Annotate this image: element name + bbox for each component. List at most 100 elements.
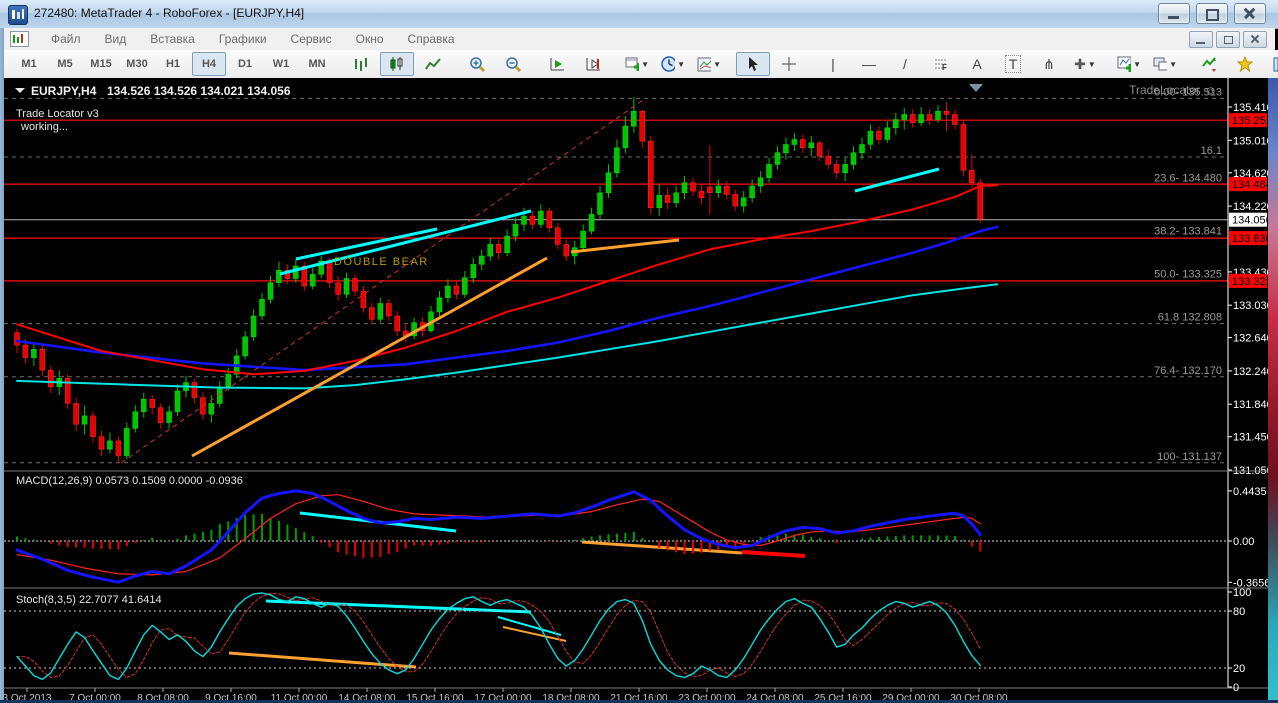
crosshair-icon[interactable] (772, 52, 806, 76)
metatrader-window: 272480: MetaTrader 4 - RoboForex - [EURJ… (0, 0, 1278, 703)
menu-view[interactable]: Вид (93, 29, 139, 49)
candle (901, 114, 907, 120)
menu-insert[interactable]: Вставка (138, 29, 207, 49)
price-tag-value: 134.484 (1232, 179, 1268, 191)
timeframe-m15-button[interactable]: M15 (84, 52, 118, 76)
candle (462, 277, 468, 295)
candle (867, 130, 874, 145)
menu-file[interactable]: Файл (39, 29, 93, 49)
candle (478, 255, 485, 265)
child-restore-button[interactable] (1216, 31, 1240, 48)
chart-canvas[interactable]: 0.00- 135.51316.123.6- 134.48038.2- 133.… (3, 78, 1273, 703)
title-bar[interactable]: 272480: MetaTrader 4 - RoboForex - [EURJ… (0, 0, 1278, 29)
fibonacci-level-label: 100- 131.137 (1157, 451, 1222, 463)
macd-red-segment[interactable] (741, 550, 806, 558)
timeframe-h4-button[interactable]: H4 (192, 52, 226, 76)
line-chart-icon[interactable] (416, 52, 450, 76)
terminal-icon[interactable] (1264, 52, 1278, 76)
new-chart-button[interactable]: ▼ (620, 52, 654, 76)
price-axis-label: 131.450 (1233, 432, 1268, 444)
timeframe-d1-button[interactable]: D1 (228, 52, 262, 76)
close-button[interactable] (1234, 3, 1266, 24)
orange-trendline-right[interactable] (570, 238, 680, 254)
candle (698, 190, 705, 199)
candle (952, 114, 958, 125)
candle (690, 182, 696, 192)
stoch-indicator-label: Stoch(8,3,5) 22.7077 41.6414 (16, 594, 162, 606)
navigator-icon[interactable] (1228, 52, 1262, 76)
trendline-tool[interactable]: / (888, 52, 922, 76)
time-axis-label: 24 Oct 08:00 (746, 693, 804, 700)
cursor-icon[interactable] (736, 52, 770, 76)
candle (377, 303, 384, 320)
candlestick-chart-icon[interactable] (380, 52, 414, 76)
restore-button[interactable] (1196, 3, 1228, 24)
timeframe-h1-button[interactable]: H1 (156, 52, 190, 76)
candle (707, 186, 713, 193)
child-close-button[interactable] (1243, 31, 1267, 48)
candle (538, 210, 544, 225)
timeframe-w1-button[interactable]: W1 (264, 52, 298, 76)
candle (563, 244, 570, 257)
app-icon (8, 5, 28, 25)
candle (774, 152, 781, 165)
desktop-wallpaper-strip (1268, 78, 1278, 700)
autoscroll-icon[interactable] (540, 52, 574, 76)
candle (436, 297, 443, 313)
candle (943, 110, 950, 115)
menu-window[interactable]: Окно (344, 29, 396, 49)
horizontal-line-tool[interactable]: — (852, 52, 886, 76)
period-button[interactable]: ▼ (656, 52, 690, 76)
window-layout-button[interactable]: ▼ (1148, 52, 1182, 76)
candle (825, 155, 831, 165)
fibonacci-level-label: 23.6- 134.480 (1154, 172, 1222, 184)
menu-charts[interactable]: Графики (207, 29, 279, 49)
child-minimize-button[interactable] (1189, 31, 1213, 48)
candle (386, 303, 392, 317)
chart-symbol-label: EURJPY,H4 (31, 84, 97, 98)
stoch-orange-trendline[interactable] (228, 651, 417, 669)
double-bear-annotation[interactable]: DOUBLE BEAR (334, 256, 429, 268)
text-label-tool[interactable]: T (996, 52, 1030, 76)
minimize-button[interactable] (1158, 3, 1190, 24)
macd-indicator-label: MACD(12,26,9) 0.0573 0.1509 0.0000 -0.09… (16, 475, 243, 487)
candle (673, 192, 679, 204)
candle (622, 125, 629, 148)
candle (724, 185, 730, 195)
candle (81, 415, 88, 425)
bar-chart-icon[interactable] (344, 52, 378, 76)
cyan-channel-upper[interactable] (295, 227, 438, 261)
arrows-tool[interactable]: ✚ ▼ (1068, 52, 1102, 76)
fibonacci-tool[interactable]: F (924, 52, 958, 76)
candle (656, 195, 662, 209)
candle (935, 110, 941, 120)
stoch-cyan-trendline[interactable] (265, 599, 532, 614)
pitchfork-tool[interactable]: ⋔ (1032, 52, 1066, 76)
menu-help[interactable]: Справка (396, 29, 467, 49)
candle (149, 398, 155, 408)
menu-service[interactable]: Сервис (279, 29, 344, 49)
zoom-in-icon[interactable] (460, 52, 494, 76)
stoch-axis-label: 80 (1233, 606, 1245, 618)
chart-window-icon[interactable] (10, 31, 29, 47)
timeframe-m1-button[interactable]: M1 (12, 52, 46, 76)
timeframe-mn-button[interactable]: MN (300, 52, 334, 76)
market-watch-icon[interactable] (1192, 52, 1226, 76)
candle (107, 440, 113, 450)
vertical-line-tool[interactable]: | (816, 52, 850, 76)
svg-text:F: F (942, 63, 947, 71)
timeframe-m30-button[interactable]: M30 (120, 52, 154, 76)
cyan-segment-right[interactable] (854, 167, 940, 193)
timeframe-m5-button[interactable]: M5 (48, 52, 82, 76)
indicators-button[interactable]: ▼ (1112, 52, 1146, 76)
chart-shift-icon[interactable] (576, 52, 610, 76)
text-tool[interactable]: A (960, 52, 994, 76)
candle (470, 264, 477, 278)
template-button[interactable]: ▼ (692, 52, 726, 76)
window-title: 272480: MetaTrader 4 - RoboForex - [EURJ… (34, 6, 305, 20)
sell-arrow-marker[interactable] (969, 84, 983, 92)
zoom-out-icon[interactable] (496, 52, 530, 76)
macd-axis-label: 0.00 (1233, 536, 1254, 548)
symbol-dropdown-icon[interactable] (15, 88, 25, 93)
time-axis-label: 21 Oct 16:00 (610, 693, 668, 700)
